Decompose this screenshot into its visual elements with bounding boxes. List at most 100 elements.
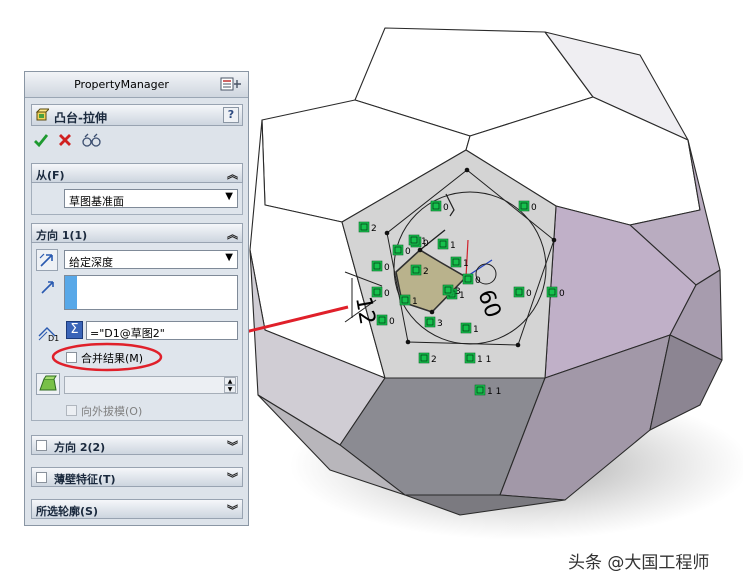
collapse-chevron-icon[interactable]: ︽ xyxy=(227,226,238,242)
selected-contours-section-header[interactable]: 所选轮廓(S) ︾ xyxy=(31,499,243,519)
sketch-relation-badge xyxy=(464,352,476,364)
sketch-relation-label: 0 xyxy=(526,289,532,299)
expand-chevron-icon[interactable]: ︾ xyxy=(227,438,238,454)
sketch-relation-label: 1 1 xyxy=(487,387,501,397)
panel-title: PropertyManager xyxy=(74,78,169,91)
sketch-relation-badge xyxy=(371,260,383,272)
expand-chevron-icon[interactable]: ︾ xyxy=(227,470,238,486)
sketch-relation-badge xyxy=(424,316,436,328)
depth-icon: D1 xyxy=(36,322,60,346)
sketch-relation-badge xyxy=(437,238,449,250)
depth-equation-field[interactable]: ="D1@草图2" xyxy=(86,321,238,340)
sketch-relation-badge xyxy=(410,264,422,276)
sketch-relation-label: 0 xyxy=(531,203,537,213)
sketch-relation-label: 2 xyxy=(431,355,437,365)
sketch-relation-badge xyxy=(546,286,558,298)
draft-outward-checkbox[interactable] xyxy=(66,405,77,416)
direction1-section-header[interactable]: 方向 1(1) ︽ xyxy=(31,223,243,243)
watermark: 头条 @大国工程师 xyxy=(568,553,710,573)
direction-vector-icon xyxy=(41,281,54,294)
sketch-dimension-left[interactable]: 12 xyxy=(350,295,379,327)
direction1-section-label: 方向 1(1) xyxy=(36,229,88,242)
direction2-section-label: 方向 2(2) xyxy=(54,441,106,454)
screen: 12 60 200001102111331021 11 10000 Proper… xyxy=(0,0,743,586)
selected-contours-section-label: 所选轮廓(S) xyxy=(36,505,98,518)
sketch-relation-badge xyxy=(513,286,525,298)
feature-header: 凸台-拉伸 ? xyxy=(31,104,243,126)
dropdown-arrow-icon: ▼ xyxy=(225,191,233,202)
from-section-header[interactable]: 从(F) ︽ xyxy=(31,163,243,183)
sketch-relation-label: 3 xyxy=(455,287,461,297)
sketch-relation-badge xyxy=(450,256,462,268)
feature-title: 凸台-拉伸 xyxy=(54,111,107,125)
check-icon xyxy=(34,134,49,148)
sketch-relation-label: 0 xyxy=(405,247,411,257)
thin-feature-section-label: 薄壁特征(T) xyxy=(54,473,116,486)
merge-result-label: 合并结果(M) xyxy=(81,352,144,365)
reverse-direction-button[interactable] xyxy=(36,249,58,271)
sketch-relation-badge xyxy=(462,273,474,285)
from-start-condition-value: 草图基准面 xyxy=(69,195,124,208)
sketch-relation-badge xyxy=(399,294,411,306)
ok-button[interactable] xyxy=(33,132,49,148)
thin-feature-section-header[interactable]: 薄壁特征(T) ︾ xyxy=(31,467,243,487)
sketch-relation-badge xyxy=(358,221,370,233)
cancel-button[interactable] xyxy=(57,132,73,148)
sketch-relation-badge xyxy=(392,244,404,256)
sketch-relation-label: 0 xyxy=(384,263,390,273)
selection-active-marker xyxy=(65,276,77,309)
sketch-relation-label: 1 xyxy=(473,325,479,335)
depth-equation-value: ="D1@草图2" xyxy=(90,327,165,340)
draft-toggle-button[interactable] xyxy=(36,373,60,395)
property-manager: PropertyManager 凸台-拉伸 ? 从(F) ︽ 草图基准面 ▼ 方… xyxy=(24,71,249,526)
end-condition-value: 给定深度 xyxy=(69,256,113,269)
sketch-relation-label: 3 xyxy=(437,319,443,329)
property-manager-titlebar: PropertyManager xyxy=(25,72,248,98)
sketch-relation-label: 0 xyxy=(443,203,449,213)
sketch-relation-badge xyxy=(371,286,383,298)
sketch-relation-label: 1 xyxy=(463,259,469,269)
sketch-relation-badge xyxy=(518,200,530,212)
sketch-relation-badge xyxy=(376,314,388,326)
sketch-relation-label: 0 xyxy=(389,317,395,327)
sketch-relation-label: 1 xyxy=(412,297,418,307)
dropdown-arrow-icon: ▼ xyxy=(225,252,233,263)
sketch-relation-label: 0 xyxy=(384,289,390,299)
help-button[interactable]: ? xyxy=(223,107,239,123)
thin-feature-checkbox[interactable] xyxy=(36,472,47,483)
direction2-section-header[interactable]: 方向 2(2) ︾ xyxy=(31,435,243,455)
from-section-label: 从(F) xyxy=(36,169,65,182)
end-condition-select[interactable]: 给定深度 ▼ xyxy=(64,250,238,269)
pin-icon[interactable] xyxy=(220,77,242,91)
direction1-section-body: 给定深度 ▼ D1 Σ ="D1@草图2" 合并结果(M) ▲ ▼ 向外拔模(O… xyxy=(31,243,243,421)
detailed-preview-button[interactable] xyxy=(81,132,101,148)
sketch-relation-label: 0 xyxy=(559,289,565,299)
draft-icon xyxy=(39,375,57,391)
sketch-relation-label: 2 xyxy=(371,224,377,234)
expand-chevron-icon[interactable]: ︾ xyxy=(227,502,238,518)
glasses-icon xyxy=(82,133,101,147)
sketch-relation-badge xyxy=(418,352,430,364)
sketch-relation-label: 2 xyxy=(423,267,429,277)
direction-reference-list[interactable] xyxy=(64,275,238,310)
sketch-relation-label: 1 xyxy=(421,237,427,247)
sketch-relation-badge xyxy=(442,284,454,296)
sketch-relation-label: 1 xyxy=(450,241,456,251)
collapse-chevron-icon[interactable]: ︽ xyxy=(227,166,238,182)
sketch-relation-badge xyxy=(430,200,442,212)
draft-outward-label: 向外拔模(O) xyxy=(81,405,143,418)
from-start-condition-select[interactable]: 草图基准面 ▼ xyxy=(64,189,238,208)
close-icon xyxy=(59,134,71,146)
depth-icon-label: D1 xyxy=(48,334,60,343)
sketch-relation-badge xyxy=(408,234,420,246)
from-section-body: 草图基准面 ▼ xyxy=(31,183,243,215)
draft-angle-spinner[interactable]: ▲ ▼ xyxy=(64,376,238,394)
sketch-relation-badge xyxy=(460,322,472,334)
direction2-checkbox[interactable] xyxy=(36,440,47,451)
merge-result-checkbox[interactable] xyxy=(66,352,77,363)
reverse-direction-icon xyxy=(39,253,53,267)
equation-sigma-icon[interactable]: Σ xyxy=(66,321,83,339)
spinner-down-icon[interactable]: ▼ xyxy=(224,385,236,393)
spinner-up-icon[interactable]: ▲ xyxy=(224,377,236,385)
extrude-boss-icon xyxy=(35,108,49,121)
